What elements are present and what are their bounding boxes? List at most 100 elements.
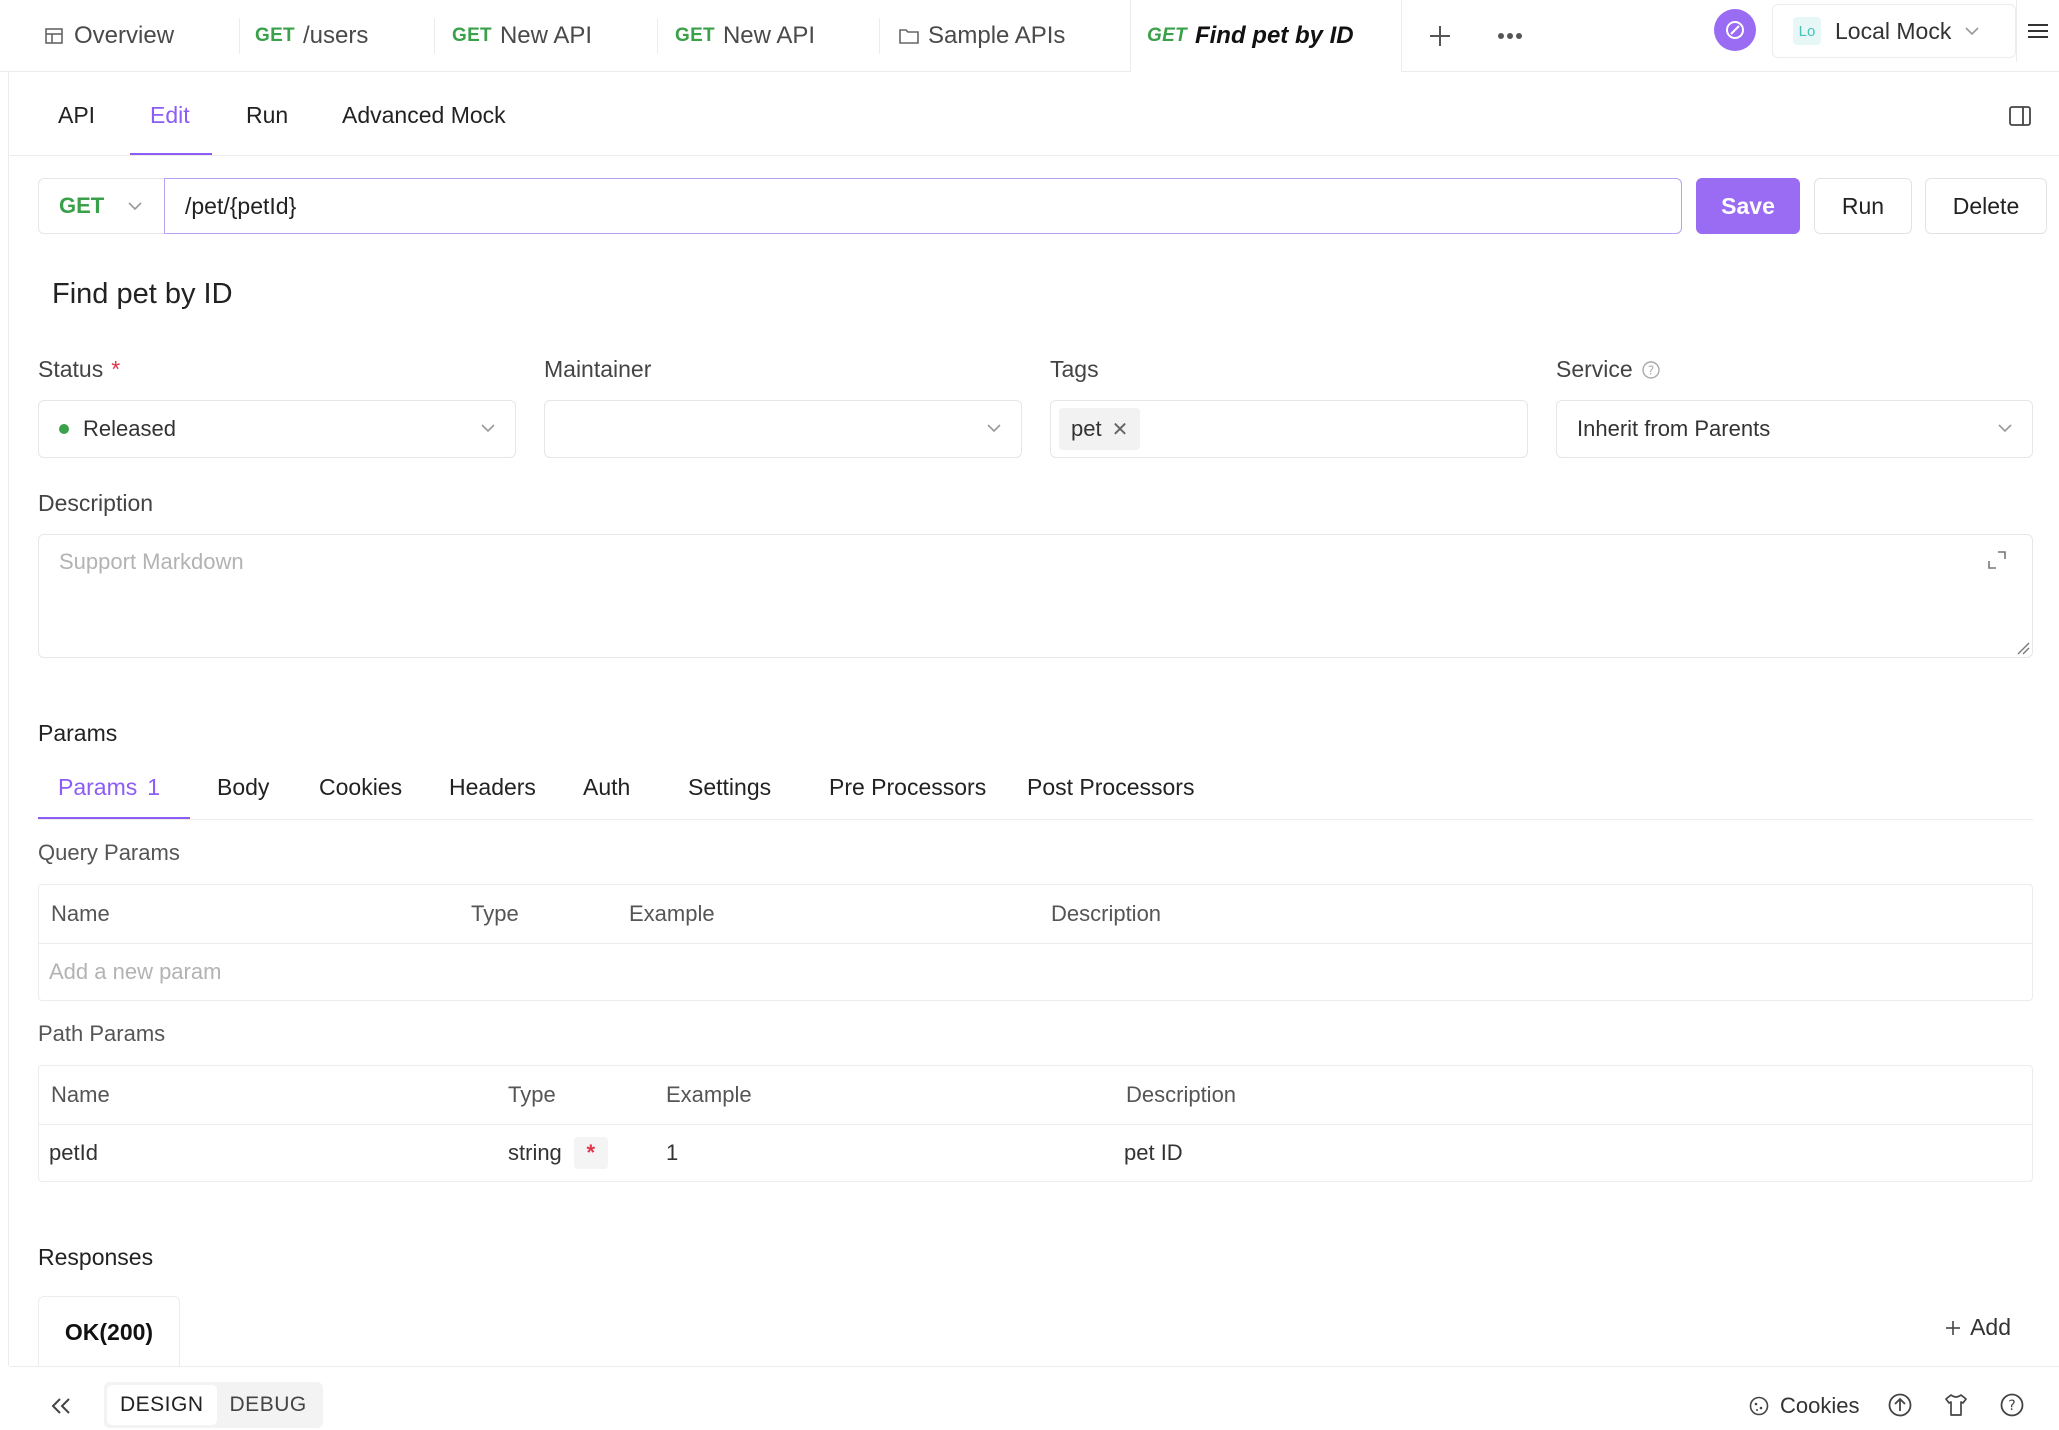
- menu-button[interactable]: [2016, 0, 2059, 62]
- tab-overview[interactable]: Overview: [10, 0, 240, 72]
- chevron-down-icon: [1965, 27, 1979, 36]
- endpoint-title[interactable]: Find pet by ID: [52, 278, 233, 311]
- cookies-label: Cookies: [1780, 1393, 1860, 1418]
- service-select[interactable]: Inherit from Parents: [1556, 400, 2033, 458]
- sub-tab-divider: [10, 155, 2059, 156]
- tab-auth[interactable]: Auth: [583, 770, 630, 820]
- param-example-cell[interactable]: 1: [666, 1124, 678, 1182]
- tab-params[interactable]: Params 1: [38, 770, 190, 820]
- tab-label: Advanced Mock: [342, 102, 506, 128]
- tab-api[interactable]: API: [40, 90, 106, 156]
- delete-button[interactable]: Delete: [1925, 178, 2047, 234]
- cookies-button[interactable]: Cookies: [1748, 1393, 1859, 1419]
- column-header-name: Name: [51, 901, 110, 926]
- status-select[interactable]: Released: [38, 400, 516, 458]
- help-button[interactable]: ?: [1996, 1389, 2028, 1421]
- status-dot-icon: [59, 424, 69, 434]
- mode-design-button[interactable]: DESIGN: [107, 1385, 217, 1425]
- maintainer-select[interactable]: [544, 400, 1022, 458]
- tab-advanced-mock[interactable]: Advanced Mock: [328, 90, 528, 156]
- column-header-description: Description: [1126, 1082, 1237, 1107]
- status-label-text: Status: [38, 356, 104, 382]
- tab-label: Find pet by ID: [1194, 22, 1354, 49]
- folder-icon: [899, 29, 919, 44]
- tags-input[interactable]: pet ✕: [1050, 400, 1528, 458]
- help-circle-icon[interactable]: ?: [1641, 360, 1661, 380]
- tab-get-users[interactable]: GET /users: [240, 0, 435, 72]
- toggle-side-panel-button[interactable]: [2004, 100, 2036, 132]
- method-select[interactable]: GET: [38, 178, 164, 234]
- more-horizontal-icon: [1498, 33, 1522, 39]
- description-label: Description: [38, 490, 154, 516]
- save-button[interactable]: Save: [1696, 178, 1800, 234]
- resize-handle-icon[interactable]: [2016, 641, 2030, 655]
- tab-sample-apis[interactable]: Sample APIs: [880, 0, 1130, 72]
- tab-body[interactable]: Body: [217, 770, 269, 820]
- service-label-text: Service: [1556, 356, 1633, 382]
- chevron-down-icon: [481, 424, 495, 433]
- query-params-title: Query Params: [38, 840, 180, 865]
- tab-label: /users: [302, 22, 369, 49]
- add-tab-button[interactable]: [1422, 18, 1458, 54]
- svg-text:?: ?: [2008, 1398, 2015, 1414]
- tab-label: Sample APIs: [928, 22, 1066, 49]
- tab-edit[interactable]: Edit: [130, 90, 212, 156]
- column-header-example: Example: [666, 1082, 752, 1107]
- table-divider: [39, 943, 2032, 944]
- expand-icon[interactable]: [1986, 549, 2008, 571]
- required-toggle[interactable]: *: [573, 1137, 608, 1169]
- param-name-cell[interactable]: petId: [49, 1124, 98, 1182]
- shirt-icon: [1945, 1394, 1967, 1416]
- tab-label: Overview: [74, 22, 175, 49]
- mode-debug-button[interactable]: DEBUG: [217, 1385, 320, 1425]
- tab-pre-processors[interactable]: Pre Processors: [829, 770, 986, 820]
- tab-label: New API: [722, 22, 816, 49]
- service-label: Service ?: [1556, 356, 1661, 383]
- column-header-name: Name: [51, 1082, 110, 1107]
- tab-run[interactable]: Run: [232, 90, 302, 156]
- url-path-value: /pet/{petId}: [185, 192, 297, 219]
- description-textarea[interactable]: Support Markdown: [38, 534, 2033, 658]
- url-path-input[interactable]: /pet/{petId}: [164, 178, 1682, 234]
- top-tab-bar: Overview GET /users GET New API GET New …: [0, 0, 2059, 72]
- service-value: Inherit from Parents: [1577, 416, 1771, 441]
- sync-button[interactable]: [1714, 9, 1756, 51]
- tags-label: Tags: [1050, 356, 1099, 382]
- close-icon[interactable]: ✕: [1112, 417, 1129, 442]
- tab-headers[interactable]: Headers: [449, 770, 536, 820]
- param-type-cell[interactable]: string *: [508, 1124, 608, 1182]
- column-header-type: Type: [508, 1082, 556, 1107]
- tab-post-processors[interactable]: Post Processors: [1027, 770, 1194, 820]
- arrow-up-circle-icon: [1888, 1393, 1912, 1417]
- theme-button[interactable]: [1940, 1389, 1972, 1421]
- tab-label: API: [58, 102, 96, 128]
- tag-chip: pet ✕: [1059, 408, 1141, 450]
- method-badge: GET: [1147, 25, 1187, 46]
- more-tabs-button[interactable]: [1492, 18, 1528, 54]
- plus-icon: [1430, 26, 1450, 46]
- double-chevron-left-icon: [51, 1398, 70, 1414]
- tab-find-pet-by-id[interactable]: GET Find pet by ID: [1130, 0, 1402, 72]
- environment-select[interactable]: Lo Local Mock: [1772, 4, 2016, 58]
- add-response-button[interactable]: Add: [1944, 1314, 2011, 1341]
- collapse-sidebar-button[interactable]: [38, 1383, 84, 1429]
- run-button[interactable]: Run: [1814, 178, 1912, 234]
- param-description-cell[interactable]: pet ID: [1124, 1124, 1183, 1182]
- tag-label: pet: [1071, 416, 1102, 441]
- add-param-input[interactable]: Add a new param: [49, 943, 221, 1001]
- tab-get-new-api-2[interactable]: GET New API: [658, 0, 880, 72]
- required-marker: *: [111, 356, 121, 382]
- mode-switch: DESIGN DEBUG: [104, 1382, 323, 1428]
- response-tab-ok-200[interactable]: OK(200): [38, 1296, 180, 1368]
- table-divider: [39, 1124, 2032, 1125]
- upload-button[interactable]: [1884, 1389, 1916, 1421]
- tab-label: New API: [499, 22, 593, 49]
- tab-settings[interactable]: Settings: [688, 770, 771, 820]
- maintainer-label: Maintainer: [544, 356, 652, 382]
- tab-get-new-api-1[interactable]: GET New API: [435, 0, 658, 72]
- method-badge: GET: [675, 25, 715, 46]
- cookie-icon: [1749, 1396, 1769, 1416]
- tab-cookies[interactable]: Cookies: [319, 770, 402, 820]
- chevron-down-icon: [987, 424, 1001, 433]
- tab-label: Run: [246, 102, 289, 128]
